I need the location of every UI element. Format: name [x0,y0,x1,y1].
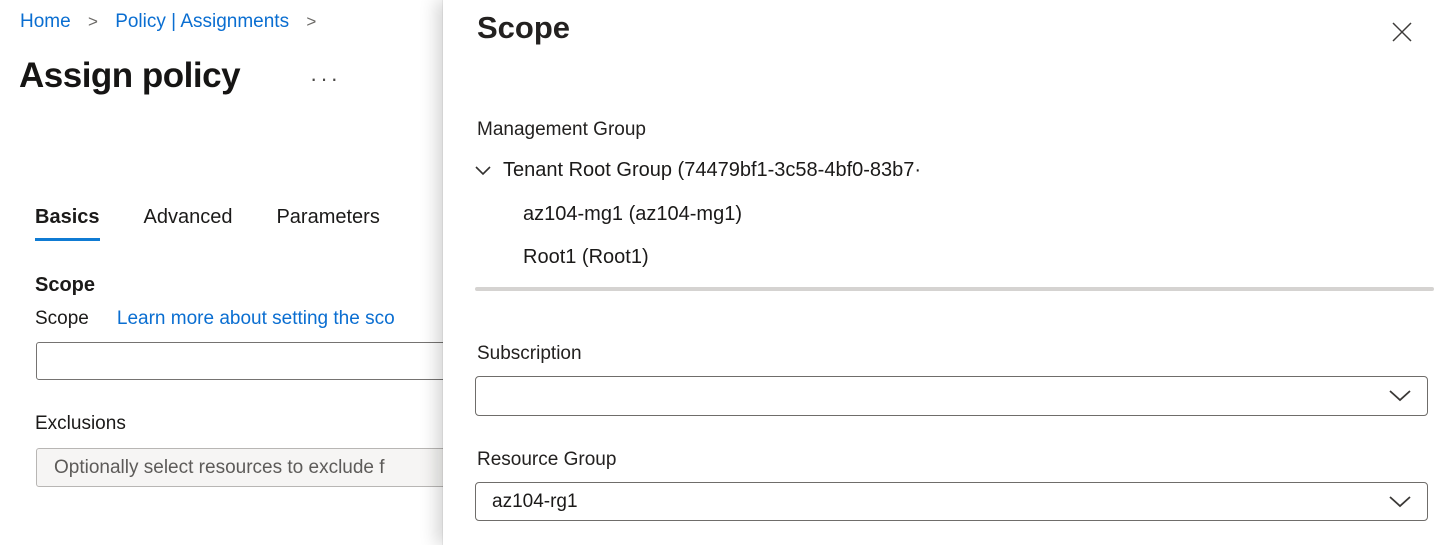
tree-item-tenant-root-group[interactable]: Tenant Root Group (74479bf1-3c58-4bf0-83… [503,158,921,183]
breadcrumb-link-policy-assignments[interactable]: Policy | Assignments [115,11,289,32]
tab-basics[interactable]: Basics [35,206,100,241]
scope-field-label: Scope [35,308,89,329]
exclusions-label: Exclusions [35,413,126,435]
resource-group-dropdown[interactable]: az104-rg1 [475,482,1428,521]
subscription-dropdown[interactable] [475,376,1428,416]
scope-section-heading: Scope [35,274,95,297]
chevron-down-icon [1388,495,1412,509]
breadcrumb-separator: > [88,12,98,31]
breadcrumb-separator: > [306,12,316,31]
subscription-label: Subscription [477,343,582,365]
chevron-down-icon [1388,389,1412,403]
tab-advanced[interactable]: Advanced [144,206,233,241]
section-divider [475,287,1434,291]
chevron-down-icon[interactable] [474,162,492,180]
resource-group-label: Resource Group [477,449,616,471]
breadcrumb: Home > Policy | Assignments > [20,11,328,33]
management-group-label: Management Group [477,119,646,141]
resource-group-dropdown-value: az104-rg1 [476,491,578,513]
more-menu-ellipsis-icon[interactable]: ··· [310,66,341,92]
tree-item-root1[interactable]: Root1 (Root1) [523,245,649,270]
close-icon-glyph [1390,20,1414,44]
page-title: Assign policy [19,56,240,96]
tree-item-az104-mg1[interactable]: az104-mg1 (az104-mg1) [523,202,742,227]
scope-flyout-panel: Scope Management Group Tenant Root Group… [443,0,1439,545]
learn-more-link[interactable]: Learn more about setting the sco [117,308,395,329]
tab-bar: Basics Advanced Parameters [35,206,380,241]
tab-parameters[interactable]: Parameters [276,206,379,241]
panel-title: Scope [477,10,570,46]
breadcrumb-link-home[interactable]: Home [20,11,71,32]
close-icon[interactable] [1388,18,1416,46]
scope-field-row: Scope Learn more about setting the sco [35,308,395,330]
